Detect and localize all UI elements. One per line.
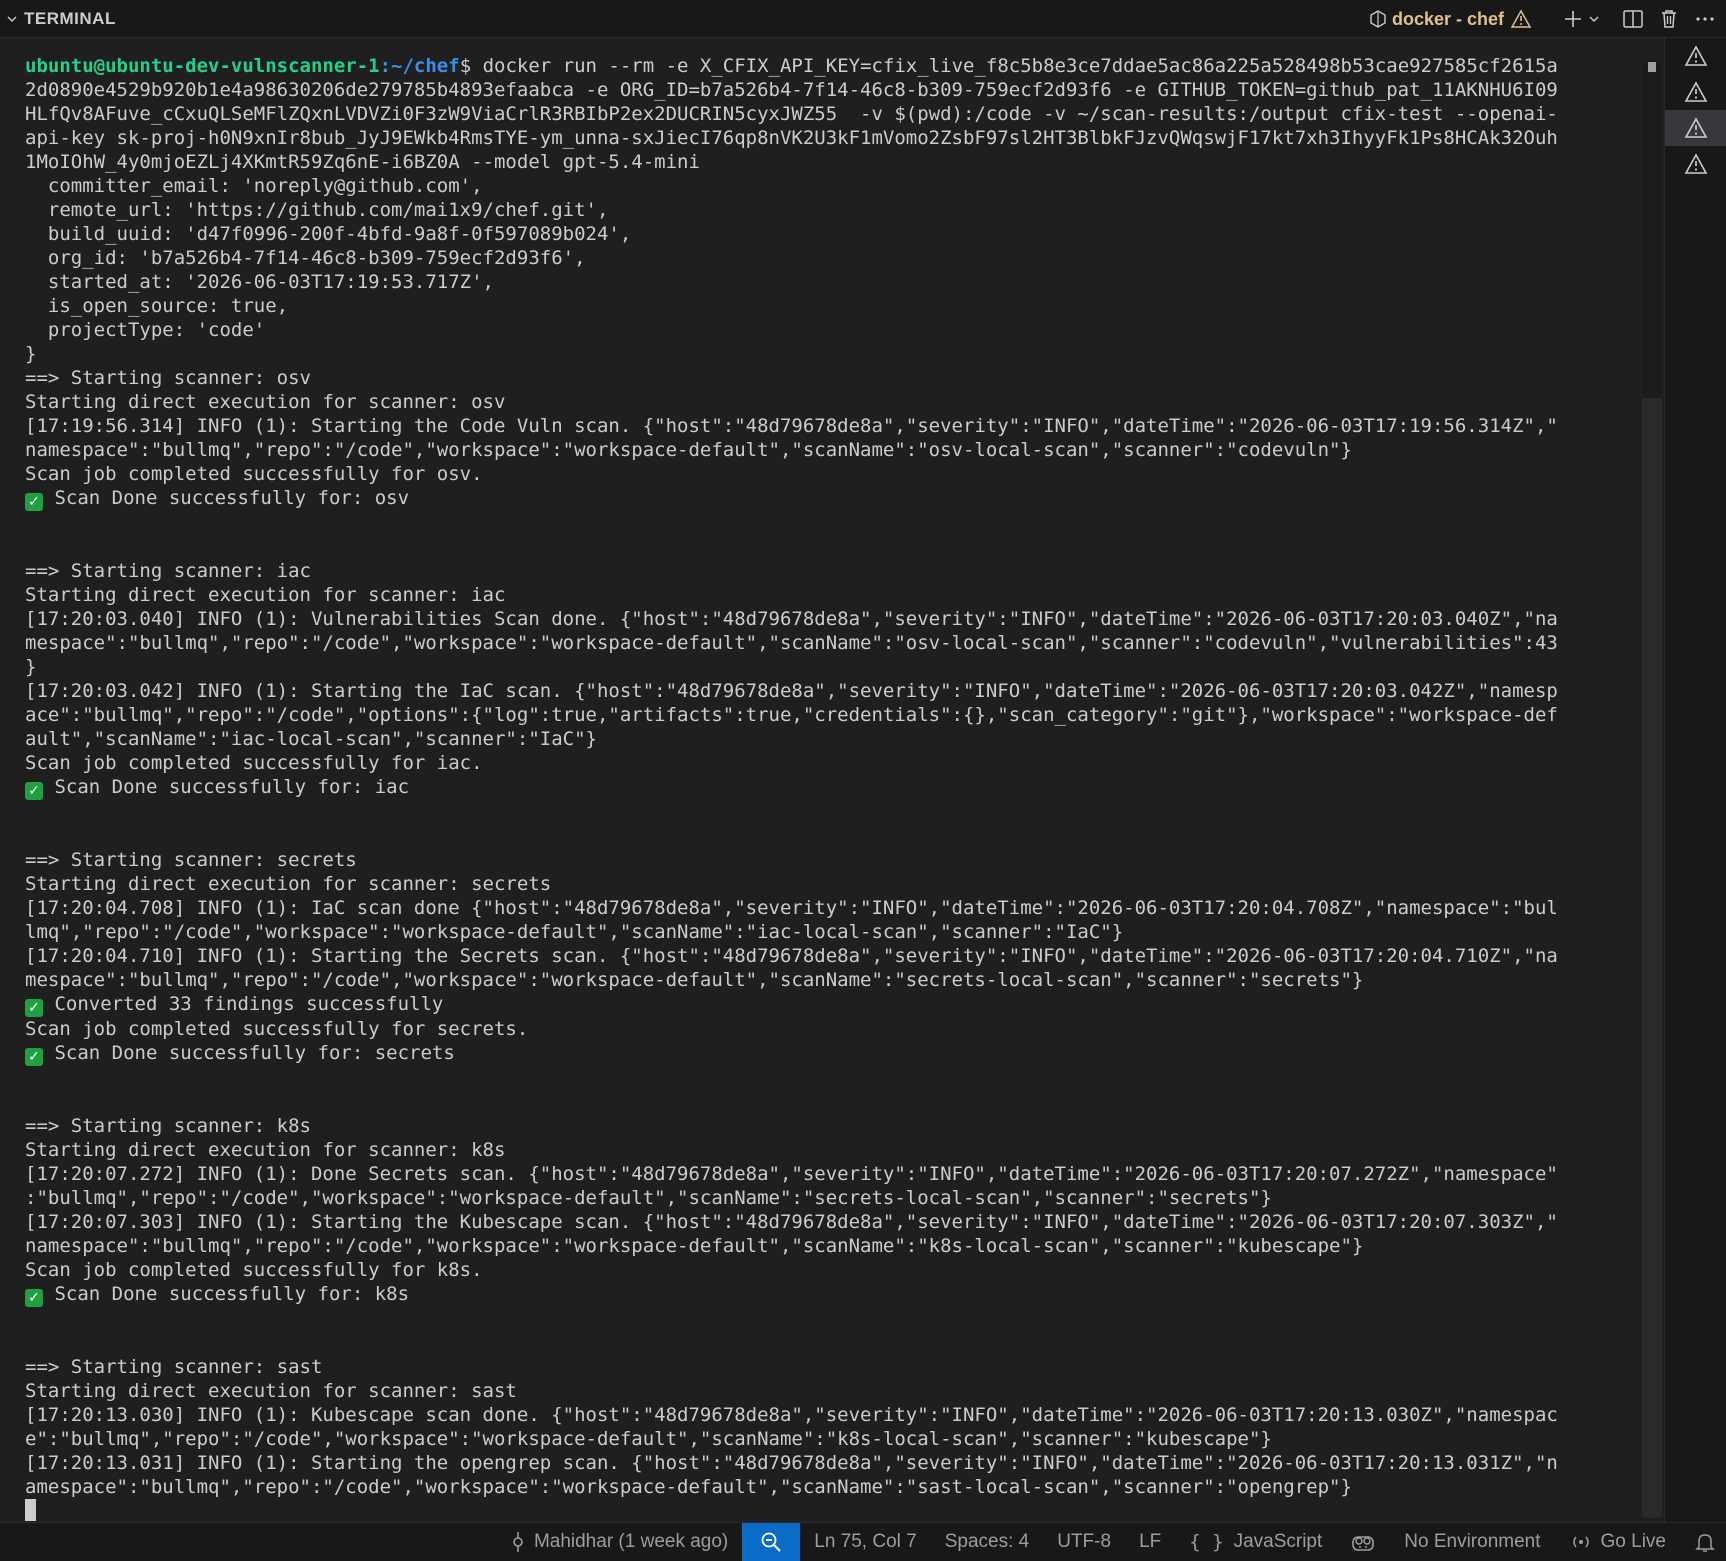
terminal-cursor [25,1499,36,1521]
trash-icon[interactable] [1658,8,1680,30]
scroll-thumb[interactable] [1642,58,1662,398]
terminal-panel-header: TERMINAL docker - chef [0,0,1726,38]
split-icon[interactable] [1622,8,1644,30]
warning-icon [1510,9,1532,29]
status-zoom[interactable] [742,1523,801,1561]
k8s-done-line: Scan Done successfully for: k8s [43,1283,410,1305]
check-icon: ✓ [25,999,43,1017]
warning-icon [1684,153,1708,175]
braces-icon: { } [1189,1531,1224,1553]
scanner-sast-log: ==> Starting scanner: sast Starting dire… [25,1356,1558,1498]
git-blame-text: Mahidhar (1 week ago) [533,1531,729,1552]
config-block: committer_email: 'noreply@github.com', r… [25,175,632,365]
status-environment[interactable]: No Environment [1390,1523,1554,1561]
prompt-symbol: $ [459,55,472,77]
warning-icon [1684,117,1708,139]
warning-icon [1684,45,1708,67]
terminal-scrollbar[interactable] [1640,38,1664,1522]
plus-icon[interactable] [1562,8,1584,30]
secrets-converted-line: Converted 33 findings successfully [43,993,444,1015]
scanner-osv-log: ==> Starting scanner: osv Starting direc… [25,367,1558,485]
status-cursor-position[interactable]: Ln 75, Col 7 [800,1523,930,1561]
terminal-tab[interactable]: docker - chef [1368,9,1532,30]
zoom-icon [760,1531,782,1553]
check-icon: ✓ [25,782,43,800]
status-notifications[interactable] [1680,1523,1720,1561]
terminal-output: ubuntu@ubuntu-dev-vulnscanner-1:~/chef$ … [0,38,1640,1522]
terminal-list-sidebar [1664,38,1726,1522]
terminal-list-item-active[interactable] [1665,110,1726,146]
chevron-down-icon[interactable] [1588,13,1600,25]
secrets-done-line: Scan Done successfully for: secrets [43,1042,455,1064]
terminal-name: docker - chef [1391,8,1504,29]
terminal-list-item[interactable] [1665,38,1726,74]
status-eol[interactable]: LF [1125,1523,1175,1561]
terminal-icon [1368,9,1388,29]
scanner-secrets-log: ==> Starting scanner: secrets Starting d… [25,849,1558,991]
status-indentation[interactable]: Spaces: 4 [931,1523,1044,1561]
check-icon: ✓ [25,1048,43,1066]
panel-title-group[interactable]: TERMINAL [0,0,116,37]
check-icon: ✓ [25,1289,43,1307]
language-text: JavaScript [1233,1531,1323,1552]
osv-done-line: Scan Done successfully for: osv [43,487,410,509]
panel-actions: docker - chef [1368,0,1716,38]
scanner-iac-log: ==> Starting scanner: iac Starting direc… [25,560,1558,774]
status-bar: Mahidhar (1 week ago) Ln 75, Col 7 Space… [0,1522,1726,1561]
status-copilot[interactable] [1336,1523,1390,1561]
status-git-blame[interactable]: Mahidhar (1 week ago) [496,1523,742,1561]
chevron-down-icon[interactable] [6,13,18,25]
more-icon[interactable] [1694,8,1716,30]
scroll-marker [1648,62,1656,72]
terminal-list-item[interactable] [1665,74,1726,110]
terminal-list-item[interactable] [1665,146,1726,182]
copilot-icon [1350,1531,1376,1553]
panel-title: TERMINAL [24,8,116,28]
prompt-user-host: ubuntu@ubuntu-dev-vulnscanner-1 [25,55,380,77]
check-icon: ✓ [25,493,43,511]
status-go-live[interactable]: Go Live [1555,1523,1680,1561]
go-live-text: Go Live [1600,1531,1666,1552]
secrets-completed-line: Scan job completed successfully for secr… [25,1018,529,1040]
git-commit-icon [510,1531,526,1553]
iac-done-line: Scan Done successfully for: iac [43,776,410,798]
prompt-path: :~/chef [379,55,460,77]
terminal-output-area[interactable]: ubuntu@ubuntu-dev-vulnscanner-1:~/chef$ … [0,38,1640,1522]
status-encoding[interactable]: UTF-8 [1043,1523,1125,1561]
scanner-k8s-log: ==> Starting scanner: k8s Starting direc… [25,1115,1558,1281]
bell-icon [1694,1531,1716,1553]
warning-icon [1684,81,1708,103]
broadcast-icon [1569,1531,1593,1553]
status-language[interactable]: { } JavaScript [1175,1523,1336,1561]
